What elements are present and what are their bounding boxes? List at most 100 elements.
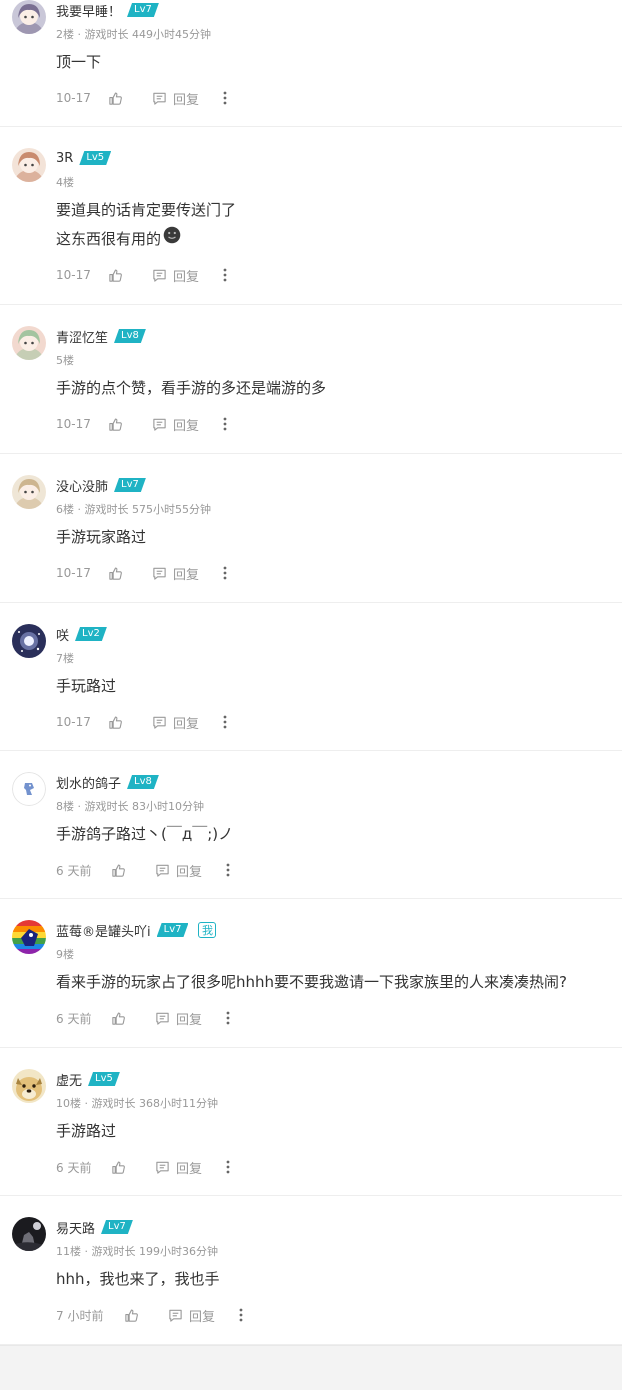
comment-date: 10-17 [56, 715, 91, 729]
comment-actions: 10-17 回复 [56, 414, 228, 434]
reply-icon[interactable] [152, 715, 167, 730]
reply-button[interactable]: 回复 [173, 564, 199, 583]
comment-actions: 6 天前 回复 [56, 1008, 231, 1028]
reply-icon[interactable] [152, 268, 167, 283]
avatar-night-galaxy[interactable] [12, 624, 46, 658]
comment-date: 10-17 [56, 566, 91, 580]
more-options-icon[interactable] [222, 714, 228, 730]
comment-date: 7 小时前 [56, 1308, 104, 1323]
playtime: 游戏时长 368小时11分钟 [91, 1097, 219, 1110]
reply-button[interactable]: 回复 [173, 89, 199, 108]
comment-text-line: 手游的点个赞，看手游的多还是端游的多 [56, 379, 327, 397]
thumbs-up-icon[interactable] [108, 566, 123, 581]
avatar-anime-girl-white-hair[interactable] [12, 148, 46, 182]
thumbs-up-icon[interactable] [108, 91, 123, 106]
comment-actions: 6 天前 回复 [56, 860, 231, 880]
thumbs-up-icon[interactable] [111, 1011, 126, 1026]
comment-body: 看来手游的玩家占了很多呢hhhh要不要我邀请一下我家族里的人来凑凑热闹? [56, 968, 608, 997]
thumbs-up-icon[interactable] [111, 863, 126, 878]
comment-body: 手玩路过 [56, 672, 608, 701]
comment-header: 3R Lv5 [56, 149, 111, 167]
comment-text-line: 手游玩家路过 [56, 528, 147, 546]
comment-actions: 7 小时前 回复 [56, 1305, 244, 1325]
comment-actions: 10-17 回复 [56, 712, 228, 732]
more-options-icon[interactable] [222, 416, 228, 432]
self-badge: 我 [198, 922, 217, 938]
username[interactable]: 蓝莓®是罐头吖i [56, 921, 151, 940]
more-options-icon[interactable] [225, 862, 231, 878]
footer-band [0, 1345, 622, 1390]
comment-header: 青涩忆笙 Lv8 [56, 327, 146, 346]
comment-actions: 10-17 回复 [56, 265, 228, 285]
playtime: 游戏时长 199小时36分钟 [91, 1245, 219, 1258]
avatar-rainbow-bird[interactable] [12, 920, 46, 954]
more-options-icon[interactable] [238, 1307, 244, 1323]
avatar-doge[interactable] [12, 1069, 46, 1103]
comment-actions: 10-17 回复 [56, 88, 228, 108]
avatar-pigeon-logo[interactable] [12, 772, 46, 806]
floor-info: 7楼 [56, 652, 74, 665]
more-options-icon[interactable] [225, 1159, 231, 1175]
comment-body: 要道具的话肯定要传送门了这东西很有用的 [56, 196, 608, 254]
thumbs-up-icon[interactable] [108, 417, 123, 432]
more-options-icon[interactable] [222, 267, 228, 283]
comment-item: 青涩忆笙 Lv8 5楼 手游的点个赞，看手游的多还是端游的多 10-17 回复 [0, 305, 622, 454]
thumbs-up-icon[interactable] [124, 1308, 139, 1323]
floor-info: 9楼 [56, 948, 74, 961]
reply-icon[interactable] [155, 863, 170, 878]
reply-button[interactable]: 回复 [176, 1158, 202, 1177]
comment-body: 手游玩家路过 [56, 523, 608, 552]
comment-text-line: 手游鸽子路过丶(￣д￣;)ノ [56, 825, 234, 843]
reply-button[interactable]: 回复 [173, 266, 199, 285]
username[interactable]: 没心没肺 [56, 476, 108, 495]
reply-icon[interactable] [152, 566, 167, 581]
username[interactable]: 虚无 [56, 1070, 82, 1089]
comment-text-line: 要道具的话肯定要传送门了 [56, 201, 237, 219]
level-badge: Lv8 [127, 775, 159, 789]
reply-icon[interactable] [168, 1308, 183, 1323]
reply-icon[interactable] [152, 417, 167, 432]
reply-icon[interactable] [155, 1160, 170, 1175]
floor-info: 2楼 · 游戏时长 449小时45分钟 [56, 28, 212, 41]
level-badge: Lv5 [79, 151, 111, 165]
username[interactable]: 咲 [56, 625, 69, 644]
username[interactable]: 我要早睡！ [56, 1, 121, 20]
reply-button[interactable]: 回复 [189, 1306, 215, 1325]
reply-icon[interactable] [155, 1011, 170, 1026]
thumbs-up-icon[interactable] [111, 1160, 126, 1175]
comment-date: 6 天前 [56, 1011, 92, 1026]
comment-date: 10-17 [56, 91, 91, 105]
reply-button[interactable]: 回复 [173, 415, 199, 434]
comment-text-line: 这东西很有用的 [56, 225, 608, 254]
comment-date: 10-17 [56, 268, 91, 282]
avatar-anime-girl-blonde[interactable] [12, 475, 46, 509]
comment-body: 手游路过 [56, 1117, 608, 1146]
thumbs-up-icon[interactable] [108, 268, 123, 283]
comment-date: 6 天前 [56, 1160, 92, 1175]
more-options-icon[interactable] [225, 1010, 231, 1026]
comment-header: 咲 Lv2 [56, 625, 107, 644]
comment-date: 10-17 [56, 417, 91, 431]
username[interactable]: 3R [56, 151, 73, 166]
reply-icon[interactable] [152, 91, 167, 106]
avatar-anime-girl-pink[interactable] [12, 0, 46, 34]
comment-body: 手游鸽子路过丶(￣д￣;)ノ [56, 820, 608, 849]
playtime: 游戏时长 449小时45分钟 [84, 28, 212, 41]
level-badge: Lv2 [75, 627, 107, 641]
username[interactable]: 青涩忆笙 [56, 327, 108, 346]
comment-text-line: 看来手游的玩家占了很多呢hhhh要不要我邀请一下我家族里的人来凑凑热闹? [56, 973, 567, 991]
reply-button[interactable]: 回复 [176, 1009, 202, 1028]
username[interactable]: 划水的鸽子 [56, 773, 121, 792]
level-badge: Lv7 [157, 923, 189, 937]
level-badge: Lv5 [88, 1072, 120, 1086]
username[interactable]: 易天路 [56, 1218, 95, 1237]
level-badge: Lv7 [114, 478, 146, 492]
reply-button[interactable]: 回复 [173, 713, 199, 732]
more-options-icon[interactable] [222, 565, 228, 581]
avatar-anime-sleeping[interactable] [12, 326, 46, 360]
thumbs-up-icon[interactable] [108, 715, 123, 730]
avatar-silhouette-dark[interactable] [12, 1217, 46, 1251]
reply-button[interactable]: 回复 [176, 861, 202, 880]
more-options-icon[interactable] [222, 90, 228, 106]
comment-date: 6 天前 [56, 863, 92, 878]
